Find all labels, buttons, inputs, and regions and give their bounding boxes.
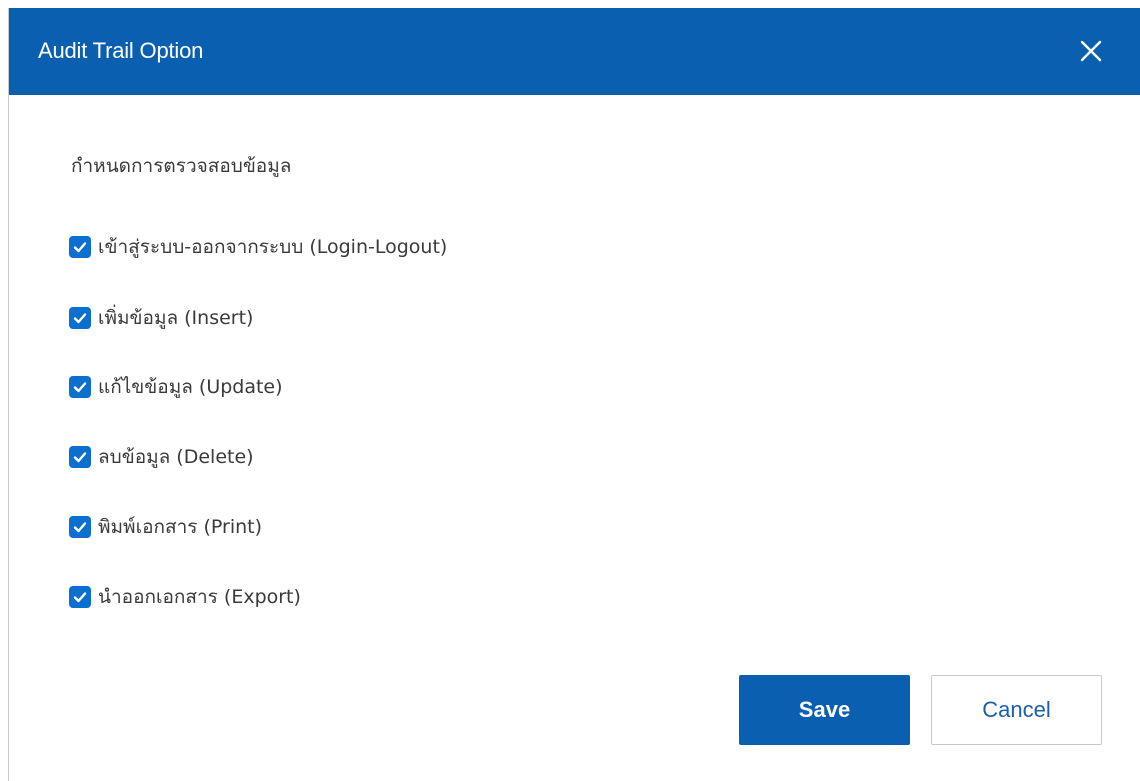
option-update[interactable]: แก้ไขข้อมูล (Update) — [69, 372, 283, 402]
checkbox-checked[interactable] — [69, 376, 91, 398]
option-label: ลบข้อมูล (Delete) — [98, 446, 254, 468]
checkmark-icon — [73, 313, 87, 324]
option-label: เพิ่มข้อมูล (Insert) — [98, 307, 254, 329]
checkbox-checked[interactable] — [69, 236, 91, 258]
option-insert[interactable]: เพิ่มข้อมูล (Insert) — [69, 303, 253, 333]
checkmark-icon — [73, 242, 87, 253]
dialog-header: Audit Trail Option — [9, 8, 1140, 95]
checkmark-icon — [73, 522, 87, 533]
option-label: นำออกเอกสาร (Export) — [98, 586, 301, 608]
option-export[interactable]: นำออกเอกสาร (Export) — [69, 582, 301, 612]
option-label: เข้าสู่ระบบ-ออกจากระบบ (Login-Logout) — [98, 236, 448, 258]
close-button[interactable] — [1072, 34, 1112, 70]
checkbox-checked[interactable] — [69, 516, 91, 538]
checkmark-icon — [73, 592, 87, 603]
option-delete[interactable]: ลบข้อมูล (Delete) — [69, 442, 254, 472]
section-title: กำหนดการตรวจสอบข้อมูล — [71, 155, 292, 177]
checkmark-icon — [73, 452, 87, 463]
option-print[interactable]: พิมพ์เอกสาร (Print) — [69, 512, 262, 542]
audit-trail-dialog: Audit Trail Option กำหนดการตรวจสอบข้อมูล… — [8, 8, 1140, 781]
checkbox-checked[interactable] — [69, 586, 91, 608]
checkbox-checked[interactable] — [69, 307, 91, 329]
option-login-logout[interactable]: เข้าสู่ระบบ-ออกจากระบบ (Login-Logout) — [69, 232, 447, 262]
save-button[interactable]: Save — [739, 675, 910, 745]
dialog-title: Audit Trail Option — [38, 38, 204, 63]
option-label: พิมพ์เอกสาร (Print) — [98, 516, 263, 538]
checkmark-icon — [73, 382, 87, 393]
checkbox-checked[interactable] — [69, 446, 91, 468]
option-label: แก้ไขข้อมูล (Update) — [98, 376, 283, 398]
close-icon — [1080, 40, 1102, 62]
cancel-button[interactable]: Cancel — [931, 675, 1102, 745]
